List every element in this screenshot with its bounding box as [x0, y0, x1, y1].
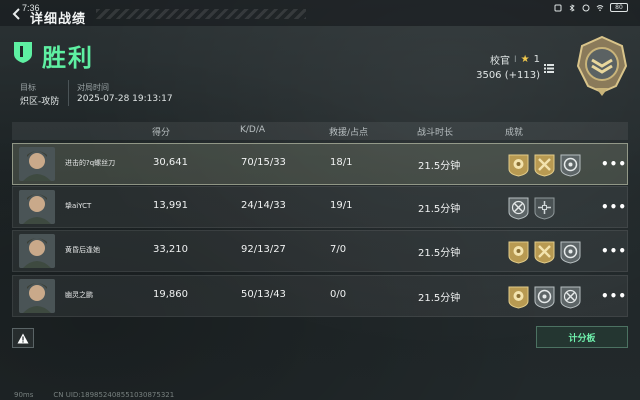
footer: 90ms CN UID:189852408551030875321: [14, 391, 174, 399]
gold-flower-icon[interactable]: [507, 240, 530, 264]
alarm-icon: [582, 4, 590, 11]
player-rescue: 7/0: [330, 244, 347, 255]
page-title: 详细战绩: [30, 12, 87, 27]
meta-divider: [68, 80, 69, 106]
player-rescue: 18/1: [330, 157, 353, 168]
achievement-list: [507, 285, 582, 309]
more-options-button[interactable]: •••: [601, 244, 627, 258]
player-name: 进击的?q螺丝刀: [65, 159, 116, 167]
top-bar: 7:36 详细战绩 80: [0, 0, 640, 27]
player-row[interactable]: 进击的?q螺丝刀 30,641 70/15/33 18/1 21.5分钟 •••: [12, 143, 628, 185]
ping-value: 90ms: [14, 391, 34, 399]
rank-stars: 1: [533, 54, 540, 65]
match-time-label: 对局时间: [77, 83, 109, 92]
column-duration: 战斗时长: [417, 128, 454, 138]
gold-crossed-axes-icon[interactable]: [533, 240, 556, 264]
player-row[interactable]: 幽灵之鹏 19,860 50/13/43 0/0 21.5分钟 •••: [12, 275, 628, 317]
column-score: 得分: [152, 128, 171, 138]
silver-crossed-tools-icon[interactable]: [559, 285, 582, 309]
player-score: 13,991: [153, 200, 188, 211]
more-options-button[interactable]: •••: [601, 157, 627, 171]
avatar: [19, 147, 55, 181]
more-options-button[interactable]: •••: [601, 200, 627, 214]
match-time-value: 2025-07-28 19:13:17: [77, 94, 173, 104]
more-options-button[interactable]: •••: [601, 289, 627, 303]
avatar: [19, 190, 55, 224]
silver-target-icon[interactable]: [559, 153, 582, 177]
avatar: [19, 234, 55, 268]
player-score: 33,210: [153, 244, 188, 255]
gold-crossed-axes-icon[interactable]: [533, 153, 556, 177]
gold-flower-icon[interactable]: [507, 153, 530, 177]
rank-name: 校官: [490, 56, 510, 67]
table-header: 得分 K/D/A 救援/占点 战斗时长 成就: [12, 122, 628, 140]
player-duration: 21.5分钟: [418, 161, 461, 172]
rank-tier: I: [514, 54, 517, 65]
scoreboard-button[interactable]: 计分板: [536, 326, 628, 348]
rank-info: 校官 I ★ 1 3506 (+113): [476, 52, 540, 81]
header-hatch-decoration: [96, 9, 306, 19]
player-kda: 70/15/33: [241, 157, 286, 168]
victory-emblem-icon: [14, 42, 32, 63]
rank-badge-icon: [576, 36, 628, 96]
player-row[interactable]: 黄昏后逢她 33,210 92/13/27 7/0 21.5分钟 •••: [12, 230, 628, 272]
player-duration: 21.5分钟: [418, 204, 461, 215]
player-rescue: 19/1: [330, 200, 353, 211]
column-rescue: 救援/占点: [329, 128, 369, 138]
player-name: 挚aiYCT: [65, 202, 92, 210]
silver-target-icon[interactable]: [559, 240, 582, 264]
user-uid: CN UID:189852408551030875321: [53, 391, 175, 399]
player-name: 黄昏后逢她: [65, 246, 100, 254]
warning-icon: [17, 333, 29, 343]
column-kda: K/D/A: [240, 125, 266, 135]
star-icon: ★: [520, 54, 530, 65]
achievement-list: [507, 153, 582, 177]
player-duration: 21.5分钟: [418, 293, 461, 304]
player-rescue: 0/0: [330, 289, 347, 300]
player-portrait-icon: [19, 279, 55, 313]
player-portrait-icon: [19, 234, 55, 268]
player-kda: 24/14/33: [241, 200, 286, 211]
target-value: 炽区-攻防: [20, 97, 60, 107]
report-button[interactable]: [12, 328, 34, 348]
target-label: 目标: [20, 83, 36, 92]
notification-icon: [554, 4, 562, 11]
gold-flower-icon[interactable]: [507, 285, 530, 309]
player-score: 30,641: [153, 157, 188, 168]
player-name: 幽灵之鹏: [65, 291, 93, 299]
player-portrait-icon: [19, 190, 55, 224]
silver-crossed-tools-icon[interactable]: [507, 196, 530, 220]
player-score: 19,860: [153, 289, 188, 300]
achievement-list: [507, 240, 582, 264]
silver-target-icon[interactable]: [533, 285, 556, 309]
achievement-list: [507, 196, 556, 220]
match-result: 胜利: [42, 44, 94, 72]
rank-score: 3506 (+113): [476, 70, 540, 81]
player-row[interactable]: 挚aiYCT 13,991 24/14/33 19/1 21.5分钟 •••: [12, 186, 628, 228]
silver-crosshair-icon[interactable]: [533, 196, 556, 220]
avatar: [19, 279, 55, 313]
bluetooth-icon: [569, 3, 575, 12]
player-kda: 50/13/43: [241, 289, 286, 300]
player-portrait-icon: [19, 147, 55, 181]
player-duration: 21.5分钟: [418, 248, 461, 259]
back-arrow-icon[interactable]: [10, 7, 24, 21]
wifi-icon: [596, 4, 604, 11]
system-status-icons: 80: [554, 3, 628, 12]
list-icon[interactable]: [544, 64, 554, 73]
column-achievements: 成就: [505, 128, 524, 138]
battery-indicator: 80: [610, 3, 628, 12]
player-kda: 92/13/27: [241, 244, 286, 255]
